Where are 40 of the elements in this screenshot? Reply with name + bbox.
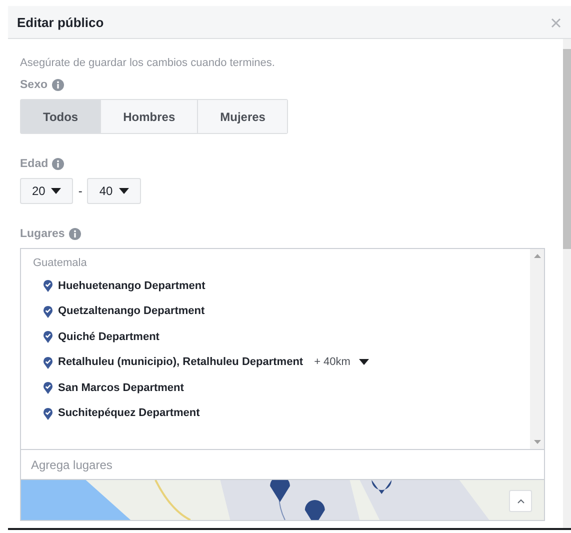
info-icon[interactable]: [52, 79, 64, 91]
location-pin-icon: [43, 381, 53, 394]
location-pin-icon: [43, 279, 53, 292]
info-icon[interactable]: [52, 158, 64, 170]
location-name: Quetzaltenango Department: [58, 305, 205, 317]
location-pin-icon: [43, 406, 53, 420]
info-icon[interactable]: [68, 228, 81, 240]
section-label: Edad: [20, 158, 48, 170]
location-pin-icon: [43, 356, 53, 368]
location-name: Retalhuleu (municipio), Retalhuleu Department: [58, 356, 304, 368]
expand-map-button[interactable]: [509, 490, 532, 512]
gender-option[interactable]: Mujeres: [198, 100, 288, 133]
scrollbar[interactable]: [563, 39, 571, 528]
location-name: Quiché Department: [58, 330, 160, 342]
radius-dropdown[interactable]: + 40km: [308, 356, 370, 368]
location-pin-icon: [43, 330, 53, 343]
chevron-up-icon: [516, 498, 524, 504]
gender-option[interactable]: Todos: [21, 100, 102, 133]
section-label: Sexo: [20, 79, 48, 91]
location-name: San Marcos Department: [58, 382, 184, 394]
gender-option[interactable]: Hombres: [101, 100, 198, 133]
range-separator: -: [78, 184, 82, 198]
max-age-dropdown[interactable]: 40: [87, 178, 141, 204]
scroll-down-icon[interactable]: [534, 440, 540, 444]
caret-icon: [51, 188, 62, 194]
list-scrollbar[interactable]: [530, 249, 544, 449]
close-icon[interactable]: [551, 18, 561, 28]
dialog-title: Editar público: [17, 14, 104, 30]
location-pin-icon: [43, 304, 53, 318]
min-age-dropdown[interactable]: 20: [20, 178, 74, 204]
scroll-up-icon[interactable]: [534, 254, 540, 258]
map-drawing[interactable]: [20, 480, 545, 521]
caret-icon: [118, 188, 129, 194]
country-heading: Guatemala: [33, 257, 88, 269]
location-name: Huehuetenango Department: [58, 280, 206, 292]
location-name: Suchitepéquez Department: [58, 407, 200, 419]
notice-text: Asegúrate de guardar los cambios cuando termines.: [20, 57, 276, 69]
section-label: Lugares: [20, 228, 65, 240]
caret-icon: [359, 359, 370, 365]
add-location-field[interactable]: Agrega lugares: [20, 450, 545, 480]
